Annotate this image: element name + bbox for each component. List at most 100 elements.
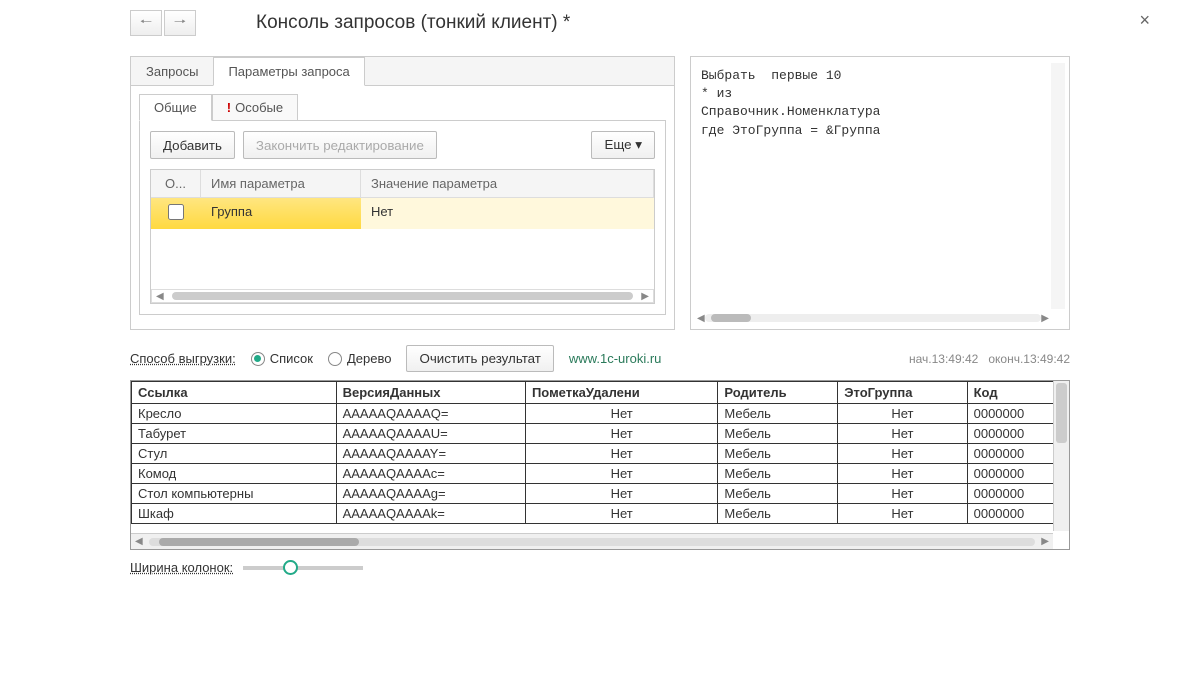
radio-tree-input[interactable] [328,352,342,366]
result-area: СсылкаВерсияДанныхПометкаУдалениРодитель… [130,380,1070,550]
more-label: Еще [604,137,631,152]
result-column-header[interactable]: Ссылка [132,382,337,404]
back-button[interactable]: 🠐 [130,10,162,36]
query-text-panel: Выбрать первые 10 * из Справочник.Номенк… [690,56,1070,330]
table-cell[interactable]: Нет [838,404,967,424]
query-text[interactable]: Выбрать первые 10 * из Справочник.Номенк… [697,63,1063,323]
table-cell[interactable]: Табурет [132,424,337,444]
scroll-thumb[interactable] [711,314,751,322]
table-row[interactable]: Стол компьютерныAAAAAQAAAAg=НетМебельНет… [132,484,1069,504]
result-column-header[interactable]: ПометкаУдалени [525,382,717,404]
close-icon[interactable]: × [1139,10,1150,31]
scroll-right-icon[interactable]: ▶ [641,291,649,302]
col-param-name[interactable]: Имя параметра [201,170,361,197]
result-column-header[interactable]: ВерсияДанных [336,382,525,404]
result-column-header[interactable]: Родитель [718,382,838,404]
result-scroll-v[interactable] [1053,381,1069,531]
table-cell[interactable]: Нет [838,484,967,504]
subtab-special-label: Особые [235,100,283,115]
tab-params[interactable]: Параметры запроса [213,57,364,86]
column-width-slider[interactable] [243,566,363,570]
table-cell[interactable]: Мебель [718,444,838,464]
table-cell[interactable]: Комод [132,464,337,484]
table-cell[interactable]: Шкаф [132,504,337,524]
radio-tree[interactable]: Дерево [328,351,391,366]
table-cell[interactable]: Нет [525,424,717,444]
table-row[interactable]: КомодAAAAAQAAAAc=НетМебельНет0000000 [132,464,1069,484]
end-time: оконч.13:49:42 [988,352,1070,366]
table-cell[interactable]: Кресло [132,404,337,424]
table-cell[interactable]: Мебель [718,404,838,424]
clear-result-button[interactable]: Очистить результат [406,345,553,372]
table-cell[interactable]: Нет [838,424,967,444]
result-table: СсылкаВерсияДанныхПометкаУдалениРодитель… [131,381,1069,524]
scroll-left-icon[interactable]: ◀ [156,291,164,302]
table-cell[interactable]: AAAAAQAAAAY= [336,444,525,464]
column-width-row: Ширина колонок: [130,560,1070,575]
scroll-track[interactable] [705,314,1042,322]
table-cell[interactable]: Нет [525,404,717,424]
param-name-cell[interactable]: Группа [201,198,361,229]
table-cell[interactable]: Нет [838,504,967,524]
forward-button[interactable]: 🠒 [164,10,196,36]
table-cell[interactable]: Мебель [718,504,838,524]
param-value-cell[interactable]: Нет [361,198,654,229]
table-row[interactable]: ШкафAAAAAQAAAAk=НетМебельНет0000000 [132,504,1069,524]
left-panel: Запросы Параметры запроса Общие ! Особые… [130,56,675,330]
subtab-special[interactable]: ! Особые [212,94,298,121]
scroll-track[interactable] [149,538,1036,546]
add-button[interactable]: Добавить [150,131,235,159]
table-cell[interactable]: Мебель [718,464,838,484]
table-cell[interactable]: Нет [525,504,717,524]
scroll-left-icon[interactable]: ◀ [135,536,143,547]
table-cell[interactable]: AAAAAQAAAAQ= [336,404,525,424]
nav-buttons: 🠐 🠒 [130,10,196,36]
code-scroll-h[interactable]: ◀ ▶ [697,311,1049,325]
table-cell[interactable]: AAAAAQAAAAU= [336,424,525,444]
scroll-thumb[interactable] [1056,383,1067,443]
result-header-row: СсылкаВерсияДанныхПометкаУдалениРодитель… [132,382,1069,404]
param-scrollbar[interactable]: ◀ ▶ [151,289,654,303]
scroll-thumb[interactable] [172,292,634,300]
param-header: О... Имя параметра Значение параметра [151,170,654,198]
options-row: Способ выгрузки: Список Дерево Очистить … [130,345,1070,372]
code-scroll-v[interactable] [1051,63,1065,309]
table-row[interactable]: КреслоAAAAAQAAAAQ=НетМебельНет0000000 [132,404,1069,424]
table-cell[interactable]: Стул [132,444,337,464]
table-cell[interactable]: Мебель [718,424,838,444]
table-cell[interactable]: Стол компьютерны [132,484,337,504]
scroll-thumb[interactable] [159,538,359,546]
subtab-common[interactable]: Общие [139,94,212,121]
table-row[interactable]: СтулAAAAAQAAAAY=НетМебельНет0000000 [132,444,1069,464]
table-cell[interactable]: AAAAAQAAAAc= [336,464,525,484]
radio-list[interactable]: Список [251,351,313,366]
tab-queries[interactable]: Запросы [131,57,213,85]
website-link[interactable]: www.1c-uroki.ru [569,351,661,366]
table-cell[interactable]: AAAAAQAAAAk= [336,504,525,524]
page-title: Консоль запросов (тонкий клиент) * [256,12,570,34]
param-table: О... Имя параметра Значение параметра Гр… [150,169,655,304]
table-cell[interactable]: Нет [525,484,717,504]
table-cell[interactable]: Нет [838,464,967,484]
radio-list-input[interactable] [251,352,265,366]
table-cell[interactable]: Нет [838,444,967,464]
table-cell[interactable]: Нет [525,464,717,484]
scroll-left-icon[interactable]: ◀ [697,313,705,324]
scroll-right-icon[interactable]: ▶ [1041,536,1049,547]
col-param-value[interactable]: Значение параметра [361,170,654,197]
more-button[interactable]: Еще ▾ [591,131,655,159]
result-column-header[interactable]: ЭтоГруппа [838,382,967,404]
params-panel: Добавить Закончить редактирование Еще ▾ … [139,120,666,315]
slider-handle[interactable] [283,560,298,575]
start-time: нач.13:49:42 [909,352,978,366]
param-row[interactable]: Группа Нет [151,198,654,229]
table-row[interactable]: ТабуретAAAAAQAAAAU=НетМебельНет0000000 [132,424,1069,444]
table-cell[interactable]: Нет [525,444,717,464]
scroll-right-icon[interactable]: ▶ [1041,313,1049,324]
table-cell[interactable]: AAAAAQAAAAg= [336,484,525,504]
table-cell[interactable]: Мебель [718,484,838,504]
col-check[interactable]: О... [151,170,201,197]
result-scroll-h[interactable]: ◀ ▶ [131,533,1053,549]
param-checkbox[interactable] [168,204,184,220]
finish-edit-button[interactable]: Закончить редактирование [243,131,437,159]
